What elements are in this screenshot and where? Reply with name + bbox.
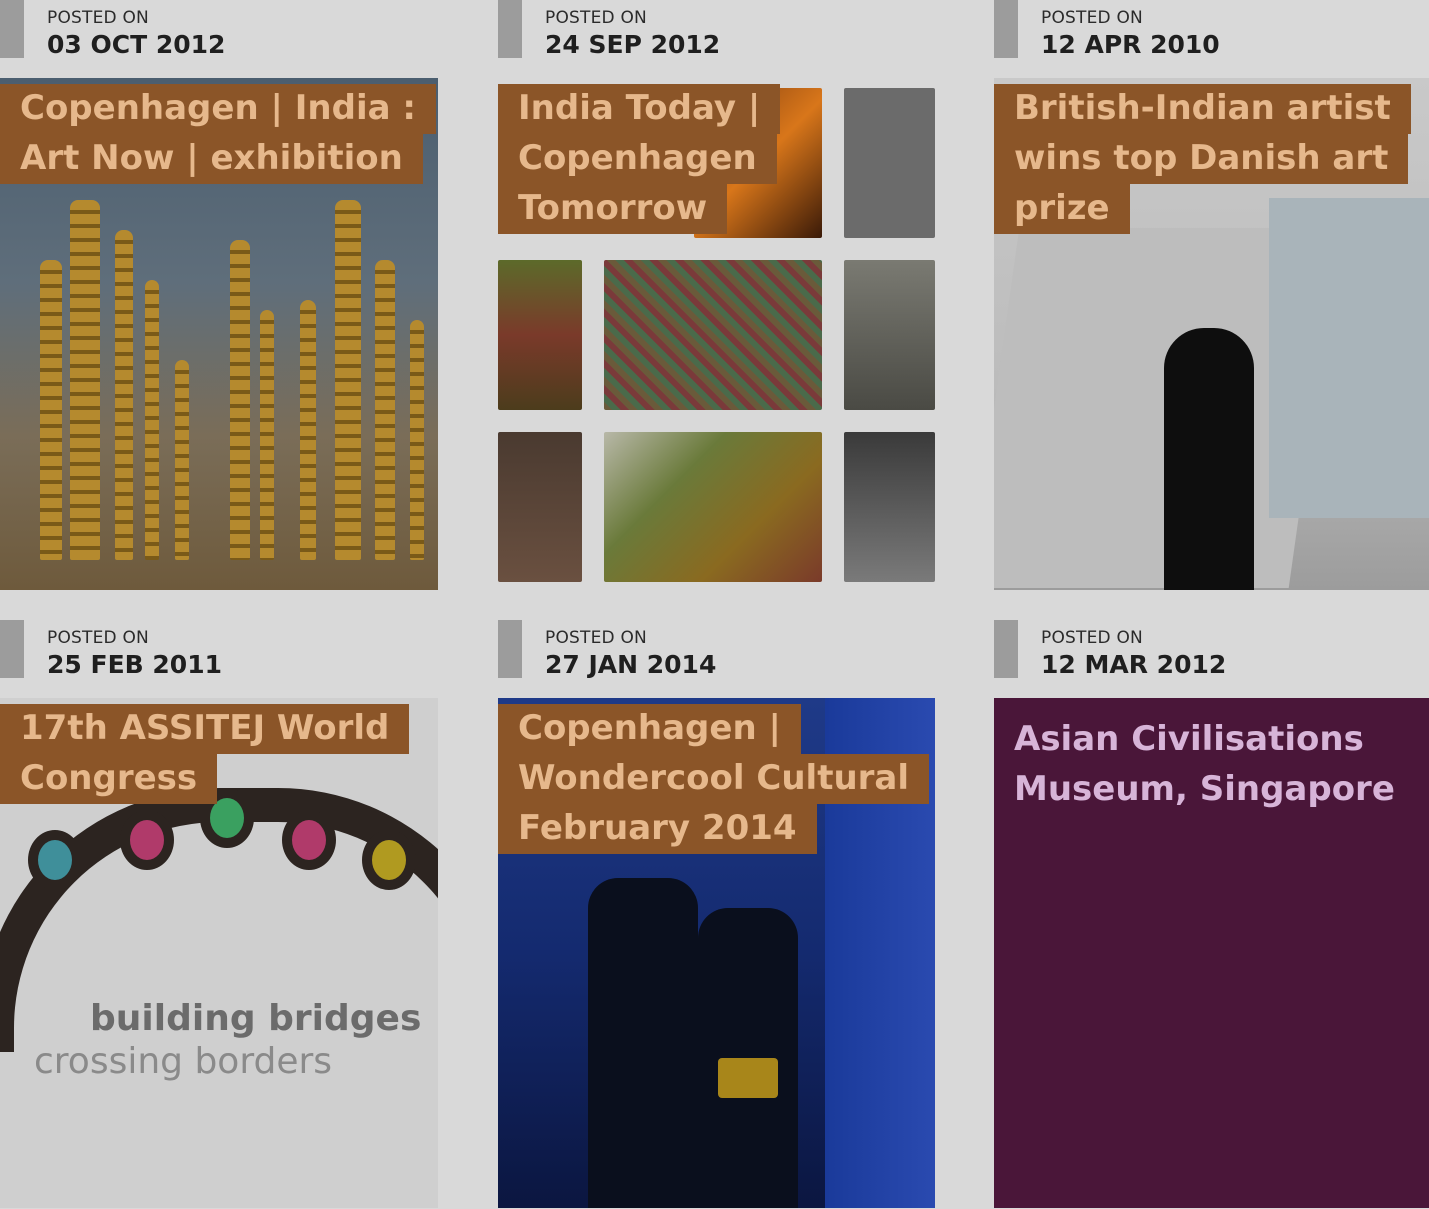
post-title[interactable]: Copenhagen | India : Art Now | exhibitio… xyxy=(0,84,436,184)
logo-text: building bridges xyxy=(90,998,422,1039)
post-meta: POSTED ON 25 FEB 2011 xyxy=(0,620,438,698)
post-date: 12 APR 2010 xyxy=(1041,30,1220,59)
post-date: 03 OCT 2012 xyxy=(47,30,226,59)
post-title[interactable]: 17th ASSITEJ World Congress xyxy=(0,704,410,804)
title-line[interactable]: Copenhagen xyxy=(498,134,777,184)
title-line[interactable]: Asian Civilisations xyxy=(1014,714,1395,764)
posted-on-label: POSTED ON xyxy=(545,628,647,648)
post-card[interactable]: POSTED ON 24 SEP 2012 India Today | Cope… xyxy=(498,0,935,590)
posts-grid: POSTED ON 03 OCT 2012 Copenhagen | India… xyxy=(0,0,1429,1209)
post-title[interactable]: British-Indian artist wins top Danish ar… xyxy=(994,84,1411,234)
title-line[interactable]: Copenhagen | India : xyxy=(0,84,436,134)
title-line[interactable]: Museum, Singapore xyxy=(1014,764,1395,814)
logo-text: crossing borders xyxy=(34,1041,333,1082)
post-card[interactable]: POSTED ON 12 MAR 2012 Asian Civilisation… xyxy=(994,620,1429,1208)
post-thumbnail[interactable]: Copenhagen | Wondercool Cultural Februar… xyxy=(498,698,935,1208)
title-line[interactable]: Congress xyxy=(0,754,218,804)
post-card[interactable]: POSTED ON 27 JAN 2014 Copenhagen | Wonde… xyxy=(498,620,935,1208)
post-date: 27 JAN 2014 xyxy=(545,650,717,679)
title-line[interactable]: Wondercool Cultural xyxy=(498,754,930,804)
title-line[interactable]: wins top Danish art xyxy=(994,134,1409,184)
post-meta: POSTED ON 24 SEP 2012 xyxy=(498,0,935,78)
post-date: 12 MAR 2012 xyxy=(1041,650,1227,679)
post-meta: POSTED ON 12 APR 2010 xyxy=(994,0,1429,78)
title-line[interactable]: British-Indian artist xyxy=(994,84,1411,134)
meta-accent-bar xyxy=(994,0,1018,58)
title-line[interactable]: 17th ASSITEJ World xyxy=(0,704,410,754)
post-meta: POSTED ON 03 OCT 2012 xyxy=(0,0,438,78)
post-date: 24 SEP 2012 xyxy=(545,30,721,59)
title-line[interactable]: Copenhagen | xyxy=(498,704,801,754)
post-thumbnail[interactable]: India Today | Copenhagen Tomorrow xyxy=(498,78,935,590)
title-line[interactable]: India Today | xyxy=(498,84,781,134)
post-title[interactable]: India Today | Copenhagen Tomorrow xyxy=(498,84,781,234)
post-date: 25 FEB 2011 xyxy=(47,650,222,679)
posted-on-label: POSTED ON xyxy=(1041,8,1143,28)
title-line[interactable]: Tomorrow xyxy=(498,184,728,234)
post-meta: POSTED ON 12 MAR 2012 xyxy=(994,620,1429,698)
post-thumbnail[interactable]: British-Indian artist wins top Danish ar… xyxy=(994,78,1429,590)
title-line[interactable]: February 2014 xyxy=(498,804,817,854)
posted-on-label: POSTED ON xyxy=(1041,628,1143,648)
meta-accent-bar xyxy=(498,0,522,58)
post-title[interactable]: Copenhagen | Wondercool Cultural Februar… xyxy=(498,704,930,854)
title-line[interactable]: prize xyxy=(994,184,1130,234)
post-thumbnail[interactable]: building bridges crossing borders 17th A… xyxy=(0,698,438,1208)
post-title[interactable]: Asian Civilisations Museum, Singapore xyxy=(1014,714,1395,814)
post-card[interactable]: POSTED ON 25 FEB 2011 building bridges c… xyxy=(0,620,438,1208)
post-card[interactable]: POSTED ON 03 OCT 2012 Copenhagen | India… xyxy=(0,0,438,590)
posted-on-label: POSTED ON xyxy=(47,8,149,28)
meta-accent-bar xyxy=(0,620,24,678)
post-thumbnail[interactable]: Copenhagen | India : Art Now | exhibitio… xyxy=(0,78,438,590)
meta-accent-bar xyxy=(994,620,1018,678)
posted-on-label: POSTED ON xyxy=(545,8,647,28)
meta-accent-bar xyxy=(0,0,24,58)
post-card[interactable]: POSTED ON 12 APR 2010 British-Indian art… xyxy=(994,0,1429,590)
post-thumbnail[interactable]: Asian Civilisations Museum, Singapore xyxy=(994,698,1429,1208)
title-line[interactable]: Art Now | exhibition xyxy=(0,134,423,184)
post-meta: POSTED ON 27 JAN 2014 xyxy=(498,620,935,698)
meta-accent-bar xyxy=(498,620,522,678)
posted-on-label: POSTED ON xyxy=(47,628,149,648)
